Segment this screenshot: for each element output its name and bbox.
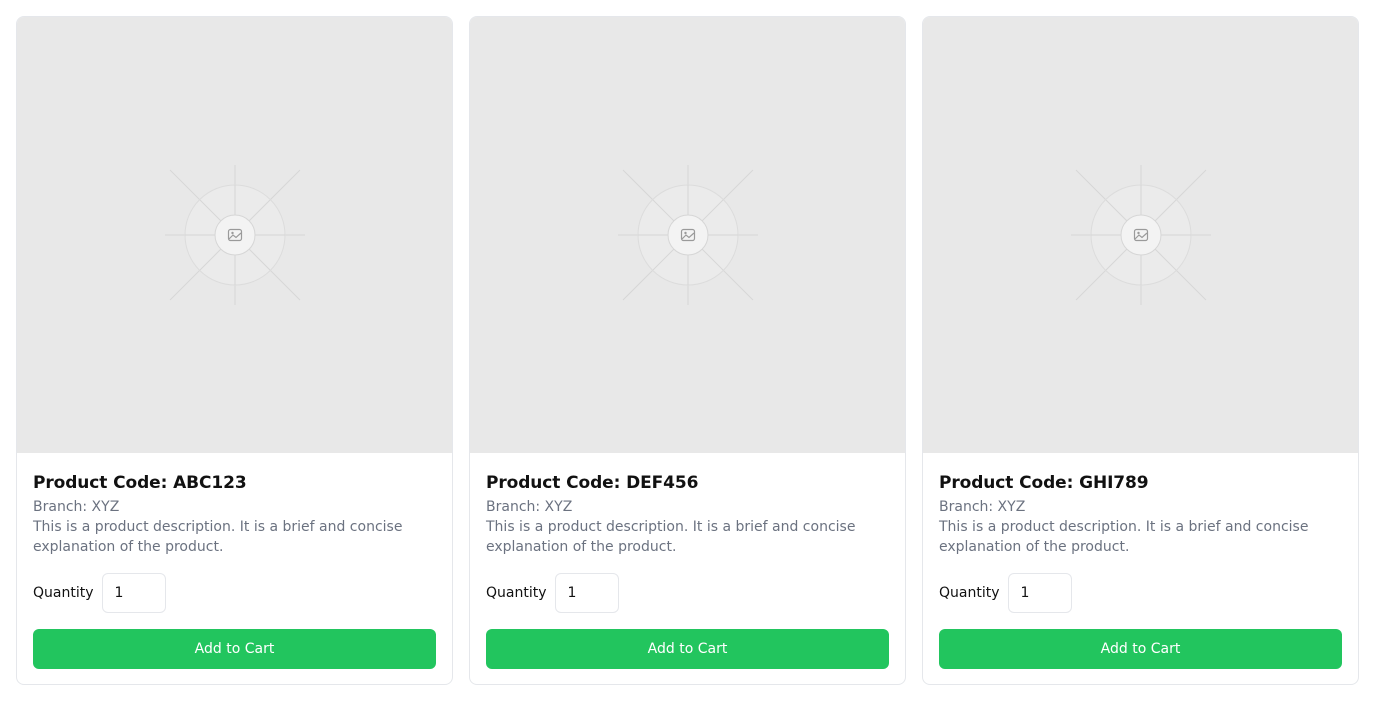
quantity-row: Quantity [486, 573, 889, 613]
add-to-cart-button[interactable]: Add to Cart [486, 629, 889, 669]
product-details: Product Code: DEF456 Branch: XYZ This is… [470, 453, 905, 684]
product-image [17, 17, 452, 453]
quantity-row: Quantity [939, 573, 1342, 613]
quantity-label: Quantity [33, 585, 94, 601]
quantity-label: Quantity [486, 585, 547, 601]
product-details: Product Code: ABC123 Branch: XYZ This is… [17, 453, 452, 684]
product-description: This is a product description. It is a b… [33, 519, 403, 555]
product-title: Product Code: ABC123 [33, 473, 247, 493]
image-placeholder-icon [1070, 165, 1211, 305]
product-branch: Branch: XYZ [939, 499, 1026, 515]
product-image [923, 17, 1358, 453]
product-grid: Product Code: ABC123 Branch: XYZ This is… [16, 16, 1359, 685]
product-image [470, 17, 905, 453]
image-placeholder-icon [164, 165, 305, 305]
product-card: Product Code: ABC123 Branch: XYZ This is… [16, 16, 453, 685]
quantity-row: Quantity [33, 573, 436, 613]
product-title: Product Code: GHI789 [939, 473, 1149, 493]
product-card: Product Code: DEF456 Branch: XYZ This is… [469, 16, 906, 685]
quantity-input[interactable] [1007, 573, 1072, 613]
add-to-cart-button[interactable]: Add to Cart [33, 629, 436, 669]
quantity-input[interactable] [554, 573, 619, 613]
add-to-cart-button[interactable]: Add to Cart [939, 629, 1342, 669]
product-branch: Branch: XYZ [33, 499, 120, 515]
product-description: This is a product description. It is a b… [939, 519, 1309, 555]
product-card: Product Code: GHI789 Branch: XYZ This is… [922, 16, 1359, 685]
quantity-input[interactable] [101, 573, 166, 613]
product-title: Product Code: DEF456 [486, 473, 699, 493]
image-placeholder-icon [617, 165, 758, 305]
product-details: Product Code: GHI789 Branch: XYZ This is… [923, 453, 1358, 684]
product-branch: Branch: XYZ [486, 499, 573, 515]
product-description: This is a product description. It is a b… [486, 519, 856, 555]
quantity-label: Quantity [939, 585, 1000, 601]
